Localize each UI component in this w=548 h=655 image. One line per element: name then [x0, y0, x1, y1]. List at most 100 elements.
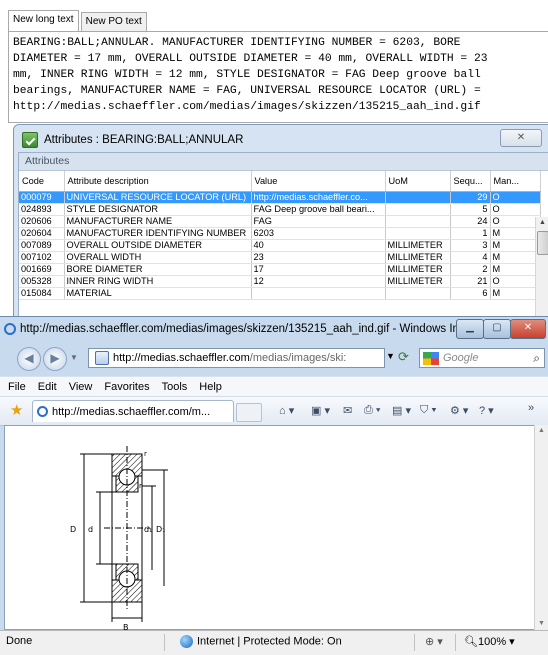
cell-value: FAG [251, 215, 386, 228]
tools-gear-icon[interactable]: ⚙ ▾ [450, 404, 468, 417]
table-row[interactable]: 020604 MANUFACTURER IDENTIFYING NUMBER 6… [19, 227, 541, 240]
scroll-up-icon[interactable]: ▲ [536, 217, 548, 229]
cell-mandatory: O [490, 203, 541, 216]
cell-sequence: 1 [450, 227, 491, 240]
help-icon[interactable]: ? ▾ [479, 404, 494, 417]
cell-value: http://medias.schaeffler.co... [251, 191, 386, 204]
new-tab-button[interactable] [236, 403, 262, 422]
cell-description: STYLE DESIGNATOR [64, 203, 252, 216]
favorites-star-icon[interactable]: ★ [10, 403, 23, 418]
cell-sequence: 21 [450, 275, 491, 288]
tab-new-long-text[interactable]: New long text [8, 10, 79, 32]
address-path: /medias/images/ski: [249, 352, 347, 364]
cell-mandatory: M [490, 263, 541, 276]
cell-description: OVERALL WIDTH [64, 251, 252, 264]
cell-sequence: 4 [450, 251, 491, 264]
cell-sequence: 3 [450, 239, 491, 252]
address-bar[interactable]: http://medias.schaeffler.com/medias/imag… [88, 348, 385, 368]
status-divider [455, 634, 456, 651]
column-header-sequence[interactable]: Sequ... [450, 171, 491, 192]
cell-sequence: 5 [450, 203, 491, 216]
cell-mandatory: O [490, 275, 541, 288]
cell-description: UNIVERSAL RESOURCE LOCATOR (URL) [64, 191, 252, 204]
search-box[interactable]: Google ⌕ [419, 348, 545, 368]
column-header-description[interactable]: Attribute description [64, 171, 252, 192]
cell-mandatory: M [490, 287, 541, 300]
column-header-mandatory[interactable]: Man... [490, 171, 541, 192]
app-check-icon [22, 132, 38, 148]
table-row[interactable]: 000079 UNIVERSAL RESOURCE LOCATOR (URL) … [19, 191, 541, 204]
cell-uom: MILLIMETER [385, 239, 451, 252]
status-zone[interactable]: Internet | Protected Mode: On [180, 635, 342, 648]
cell-code: 000079 [19, 191, 65, 204]
long-text-editor[interactable]: BEARING:BALL;ANNULAR. MANUFACTURER IDENT… [8, 31, 548, 123]
cell-description: BORE DIAMETER [64, 263, 252, 276]
cell-mandatory: M [490, 227, 541, 240]
browser-tab-title: http://medias.schaeffler.com/m... [52, 405, 211, 418]
maximize-button[interactable]: ▢ [483, 319, 511, 339]
scrollbar-thumb[interactable] [537, 231, 548, 255]
menu-bar: File Edit View Favorites Tools Help [0, 376, 548, 397]
column-header-uom[interactable]: UoM [385, 171, 451, 192]
safety-icon[interactable]: ⛉ ▾ [420, 404, 437, 417]
long-text-line: DIAMETER = 17 mm, OVERALL OUTSIDE DIAMET… [13, 53, 488, 65]
table-row[interactable]: 007089 OVERALL OUTSIDE DIAMETER 40 MILLI… [19, 239, 541, 252]
window-close-button[interactable]: ✕ [510, 319, 546, 339]
page-menu-icon[interactable]: ▤ ▾ [392, 404, 411, 417]
browser-tab[interactable]: http://medias.schaeffler.com/m... [32, 400, 234, 422]
ie-logo-icon [4, 323, 16, 335]
table-row[interactable]: 020606 MANUFACTURER NAME FAG 24 O [19, 215, 541, 228]
status-divider [164, 634, 165, 651]
close-button[interactable]: ✕ [500, 129, 542, 147]
table-row[interactable]: 007102 OVERALL WIDTH 23 MILLIMETER 4 M [19, 251, 541, 264]
column-header-code[interactable]: Code [19, 171, 65, 192]
long-text-line: bearings, MANUFACTURER NAME = FAG, UNIVE… [13, 85, 481, 97]
mail-icon[interactable]: ✉ [343, 404, 352, 417]
table-row[interactable]: 024893 STYLE DESIGNATOR FAG Deep groove … [19, 203, 541, 216]
page-icon [95, 351, 109, 365]
cell-value: 40 [251, 239, 386, 252]
text-tabs: New long text New PO text [8, 9, 149, 32]
protected-mode-icon[interactable]: ⊕ ▾ [425, 635, 443, 648]
stop-icon[interactable] [405, 347, 419, 365]
search-placeholder: Google [443, 352, 479, 364]
attributes-dialog-title-text: Attributes : BEARING:BALL;ANNULAR [44, 134, 244, 146]
cell-description: MATERIAL [64, 287, 252, 300]
table-row[interactable]: 001669 BORE DIAMETER 17 MILLIMETER 2 M [19, 263, 541, 276]
menu-edit[interactable]: Edit [38, 381, 57, 393]
menu-tools[interactable]: Tools [162, 381, 188, 393]
zoom-control[interactable]: 🔍︎100% ▾ [464, 635, 515, 648]
table-row[interactable]: 015084 MATERIAL 6 M [19, 287, 541, 300]
cell-value: 6203 [251, 227, 386, 240]
label-D1: D₁ [156, 525, 165, 534]
minimize-button[interactable]: ▁ [456, 319, 484, 339]
cell-code: 007102 [19, 251, 65, 264]
address-dropdown-icon[interactable]: ▼ [386, 351, 395, 361]
internet-globe-icon [180, 635, 193, 648]
home-icon[interactable]: ⌂ ▾ [279, 404, 294, 417]
long-text-line: BEARING:BALL;ANNULAR. MANUFACTURER IDENT… [13, 37, 461, 49]
more-chevron-icon[interactable]: » [528, 402, 534, 414]
menu-help[interactable]: Help [199, 381, 222, 393]
recent-pages-icon[interactable]: ▼ [70, 353, 78, 362]
scroll-down-icon[interactable]: ▼ [535, 618, 548, 630]
cell-uom [385, 227, 451, 240]
menu-view[interactable]: View [69, 381, 93, 393]
tab-new-po-text[interactable]: New PO text [80, 12, 147, 31]
cell-value [251, 287, 386, 300]
column-header-value[interactable]: Value [251, 171, 386, 192]
browser-title-bar: http://medias.schaeffler.com/medias/imag… [4, 321, 469, 337]
content-scrollbar[interactable]: ▲ ▼ [534, 425, 548, 630]
print-icon[interactable]: ⎙ ▾ [364, 404, 380, 417]
back-button[interactable]: ◀ [17, 347, 41, 371]
menu-file[interactable]: File [8, 381, 26, 393]
feeds-icon[interactable]: ▣ ▾ [311, 404, 330, 417]
scroll-up-icon[interactable]: ▲ [535, 425, 548, 437]
status-done: Done [6, 635, 33, 647]
forward-button[interactable]: ▶ [43, 347, 67, 371]
tab-ie-icon [37, 406, 48, 417]
table-row[interactable]: 005328 INNER RING WIDTH 12 MILLIMETER 21… [19, 275, 541, 288]
search-icon[interactable]: ⌕ [533, 351, 540, 366]
cell-sequence: 6 [450, 287, 491, 300]
menu-favorites[interactable]: Favorites [104, 381, 149, 393]
